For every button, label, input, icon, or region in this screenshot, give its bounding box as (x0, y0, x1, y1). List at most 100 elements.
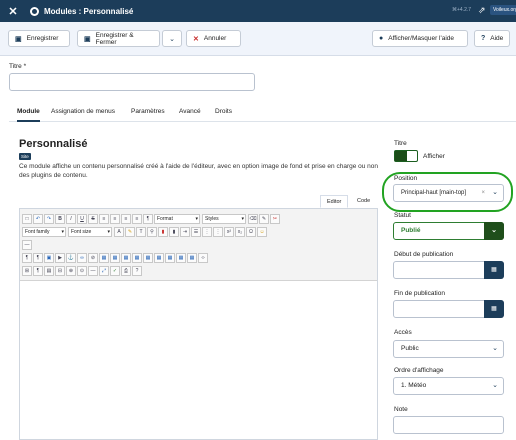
image-icon[interactable]: ▣ (44, 253, 54, 263)
bullet-list-icon[interactable]: ⋮ (202, 227, 212, 237)
calendar-icon[interactable]: ▦ (484, 300, 504, 318)
font-size-select[interactable]: Font size (68, 227, 112, 237)
media-icon[interactable]: ▶ (55, 253, 65, 263)
pagebreak-icon[interactable]: ⊟ (55, 266, 65, 276)
help-icon[interactable]: ? (132, 266, 142, 276)
align-center-icon[interactable]: ≡ (110, 214, 120, 224)
tab-parameters[interactable]: Paramètres (131, 108, 165, 115)
publish-end-input[interactable]: ▦ (393, 300, 504, 318)
status-select[interactable]: Publié ⌄ (393, 222, 504, 240)
subscript-icon[interactable]: x₂ (235, 227, 245, 237)
styles-select[interactable]: Styles (202, 214, 246, 224)
ltr-icon[interactable]: ¶ (33, 253, 43, 263)
top-header: ✕ Modules : Personnalisé ⌘+4.2.7 ⇗ Voile… (0, 0, 516, 22)
site-link-button[interactable]: Voileux.org (490, 5, 516, 15)
table-merge-icon[interactable]: ▦ (143, 253, 153, 263)
template-icon[interactable]: ▤ (44, 266, 54, 276)
omega-icon[interactable]: Ω (246, 227, 256, 237)
table-delete-icon[interactable]: ▦ (165, 253, 175, 263)
access-select[interactable]: Public ⌄ (393, 340, 504, 358)
emoji-icon[interactable]: ☺ (257, 227, 267, 237)
tab-module[interactable]: Module (17, 108, 40, 122)
bold-icon[interactable]: B (55, 214, 65, 224)
clear-format-icon[interactable]: T (136, 227, 146, 237)
superscript-icon[interactable]: x² (224, 227, 234, 237)
strikethrough-icon[interactable]: S (88, 214, 98, 224)
insert-icon[interactable]: ⊕ (66, 266, 76, 276)
spellcheck-icon[interactable]: ✓ (110, 266, 120, 276)
list-icon[interactable]: ☰ (191, 227, 201, 237)
find-icon[interactable]: ⚲ (147, 227, 157, 237)
table-row-icon[interactable]: ▦ (110, 253, 120, 263)
horizontal-rule-icon[interactable]: — (22, 240, 32, 250)
eraser-icon[interactable]: ⌫ (248, 214, 258, 224)
text-color-icon[interactable]: A (114, 227, 124, 237)
anchor-icon[interactable]: ⚓ (66, 253, 76, 263)
table-props-icon[interactable]: ▦ (176, 253, 186, 263)
save-close-button[interactable]: ▣ Enregistrer & Fermer (77, 30, 160, 47)
title-input[interactable] (9, 73, 255, 91)
link-icon[interactable]: ∞ (77, 253, 87, 263)
publish-start-label: Début de publication (394, 251, 454, 258)
editor-toolbar-row: — (22, 239, 33, 251)
align-left-icon[interactable]: ≡ (99, 214, 109, 224)
toggle-help-button[interactable]: ● Afficher/Masquer l'aide (372, 30, 468, 47)
publish-start-input[interactable]: ▦ (393, 261, 504, 279)
rtl-icon[interactable]: ¶ (22, 253, 32, 263)
numbered-list-icon[interactable]: ⋮ (213, 227, 223, 237)
cancel-button[interactable]: ✕ Annuler (186, 30, 241, 47)
redo-icon[interactable]: ↷ (44, 214, 54, 224)
order-select[interactable]: 1. Météo ⌄ (393, 377, 504, 395)
save-button[interactable]: ▣ Enregistrer (8, 30, 70, 47)
table-cell-icon[interactable]: ▦ (132, 253, 142, 263)
close-icon: ✕ (193, 35, 199, 43)
preview-icon[interactable]: ▦ (187, 253, 197, 263)
format-select[interactable]: Format (154, 214, 200, 224)
pdf-icon[interactable]: ▮ (158, 227, 168, 237)
table-icon[interactable]: ▦ (99, 253, 109, 263)
wysiwyg-editor[interactable]: □ ↶ ↷ B I U S ≡ ≡ ≡ ≡ ¶ Format Styles ⌫ … (19, 208, 378, 440)
underline-icon[interactable]: U (77, 214, 87, 224)
chevron-down-icon: ⌄ (484, 222, 504, 240)
tab-permissions[interactable]: Droits (215, 108, 232, 115)
new-document-icon[interactable]: □ (22, 214, 32, 224)
tab-menu-assignment[interactable]: Assignation de menus (51, 108, 115, 115)
table-col-icon[interactable]: ▦ (121, 253, 131, 263)
fullscreen-icon[interactable]: ⤢ (99, 266, 109, 276)
info-icon: ● (379, 35, 384, 42)
cut-icon[interactable]: ✂ (270, 214, 280, 224)
italic-icon[interactable]: I (66, 214, 76, 224)
joomla-logo-icon[interactable]: ✕ (6, 4, 20, 18)
hr-icon[interactable]: ― (88, 266, 98, 276)
code-icon[interactable]: ‹› (198, 253, 208, 263)
tab-editor[interactable]: Editor (320, 195, 349, 208)
paint-icon[interactable]: ✎ (259, 214, 269, 224)
save-icon: ▣ (84, 35, 91, 43)
visual-aid-icon[interactable]: ⊞ (22, 266, 32, 276)
tab-code[interactable]: Code (351, 195, 376, 208)
align-justify-icon[interactable]: ≡ (132, 214, 142, 224)
indent-icon[interactable]: ⇥ (180, 227, 190, 237)
help-button[interactable]: ? Aide (474, 30, 510, 47)
external-link-icon[interactable]: ⇗ (478, 5, 489, 16)
save-options-dropdown[interactable]: ⌄ (162, 30, 182, 47)
highlight-icon[interactable]: ✎ (125, 227, 135, 237)
show-label: Afficher (423, 153, 445, 160)
calendar-icon[interactable]: ▦ (484, 261, 504, 279)
note-input[interactable] (393, 416, 504, 434)
unlink-icon[interactable]: ⊘ (88, 253, 98, 263)
publish-end-label: Fin de publication (394, 290, 445, 297)
block-icon[interactable]: ▮ (169, 227, 179, 237)
align-right-icon[interactable]: ≡ (121, 214, 131, 224)
tab-advanced[interactable]: Avancé (179, 108, 201, 115)
font-family-select[interactable]: Font family (22, 227, 66, 237)
print-icon[interactable]: ⎙ (121, 266, 131, 276)
paragraph-icon[interactable]: ¶ (143, 214, 153, 224)
table-split-icon[interactable]: ▦ (154, 253, 164, 263)
access-label: Accès (394, 329, 412, 336)
undo-icon[interactable]: ↶ (33, 214, 43, 224)
order-value: 1. Météo (401, 382, 427, 389)
show-blocks-icon[interactable]: ¶ (33, 266, 43, 276)
insert-date-icon[interactable]: ⊙ (77, 266, 87, 276)
title-show-toggle[interactable] (394, 150, 418, 162)
